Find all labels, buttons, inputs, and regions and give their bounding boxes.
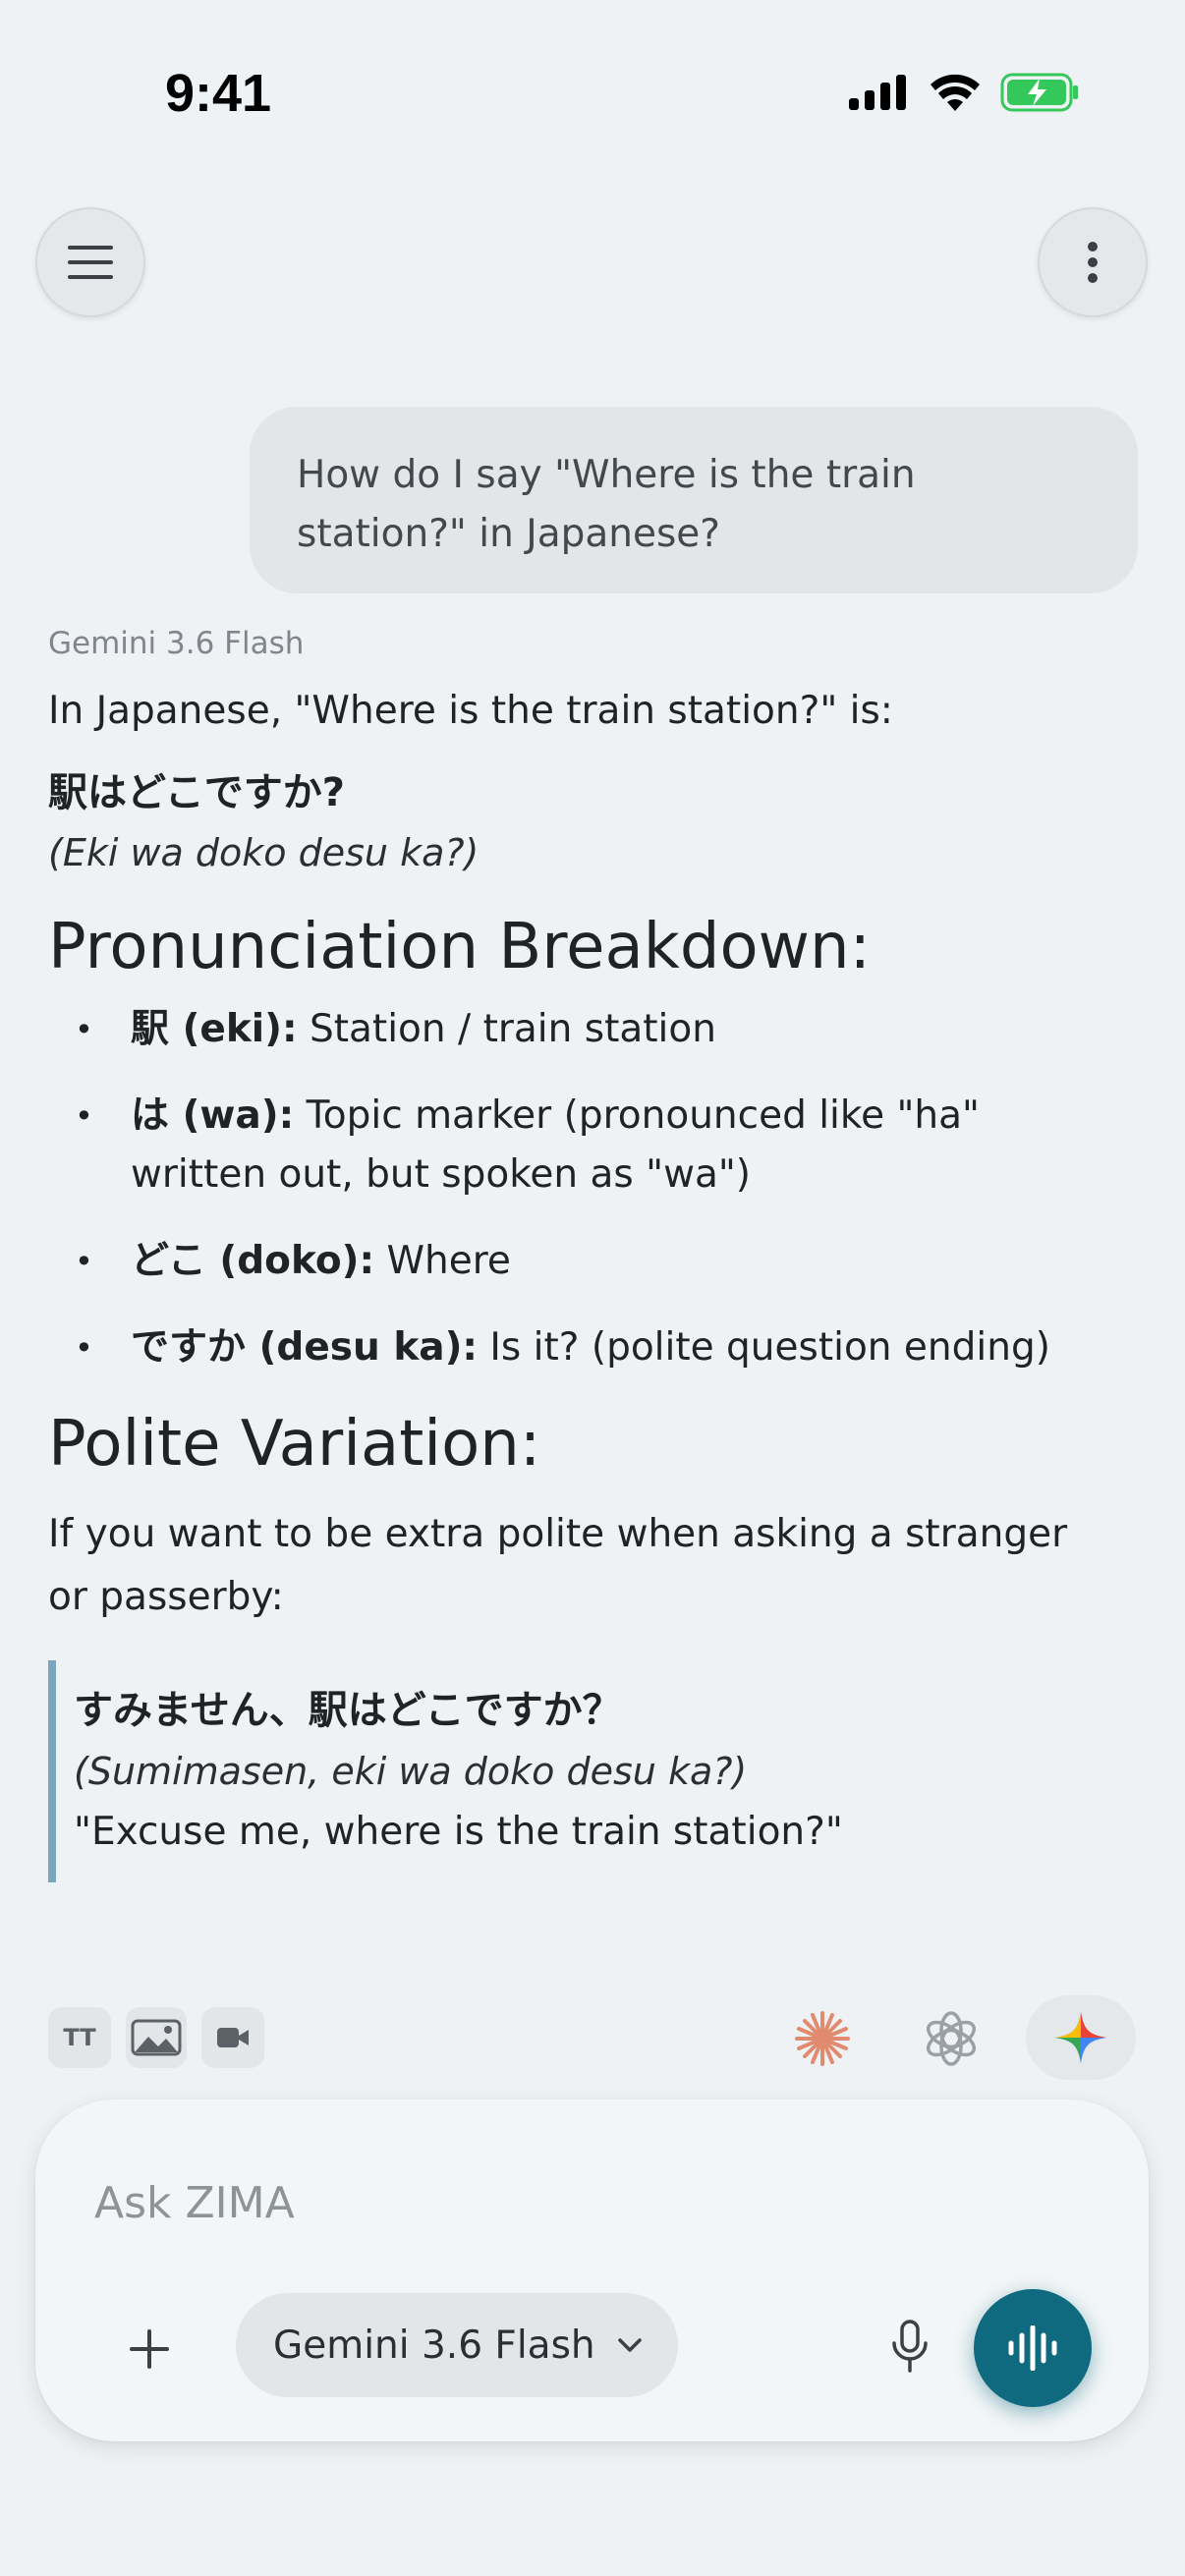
plus-icon — [130, 2329, 169, 2369]
openai-button[interactable] — [912, 1999, 990, 2078]
model-selector[interactable]: Gemini 3.6 Flash — [236, 2293, 678, 2397]
claude-button[interactable] — [783, 1999, 862, 2078]
status-icons — [849, 73, 1081, 112]
list-item: • ですか (desu ka): Is it? (polite question … — [75, 1325, 1050, 1370]
video-tool-button[interactable] — [201, 2007, 264, 2068]
hamburger-menu-icon — [68, 246, 113, 279]
image-tool-button[interactable] — [126, 2007, 187, 2068]
polite-intro: If you want to be extra polite when aski… — [48, 1512, 1068, 1619]
breakdown-meaning: Station / train station — [309, 1007, 716, 1051]
polite-quote-romaji: (Sumimasen, eki wa doko desu ka?) — [74, 1750, 748, 1793]
chevron-down-icon — [617, 2337, 643, 2353]
battery-charging-icon — [1000, 73, 1078, 112]
status-time: 9:41 — [165, 64, 272, 123]
list-item: • 駅 (eki): Station / train station — [75, 1007, 716, 1051]
response-model-name: Gemini 3.6 Flash — [48, 626, 305, 661]
image-icon — [131, 2019, 182, 2056]
breakdown-meaning: Is it? (polite question ending) — [489, 1325, 1050, 1370]
user-message-text: How do I say "Where is the train station… — [297, 453, 916, 556]
breakdown-term: 駅 (eki): — [131, 1007, 298, 1051]
response-intro: In Japanese, "Where is the train station… — [48, 689, 893, 733]
menu-button[interactable] — [35, 207, 145, 317]
openai-icon — [926, 2011, 977, 2066]
text-format-button[interactable]: TT — [48, 2007, 111, 2068]
phrase-romaji: (Eki wa doko desu ka?) — [48, 831, 480, 874]
video-icon — [217, 2028, 249, 2047]
status-bar: 9:41 — [0, 0, 1185, 147]
breakdown-meaning: Where — [386, 1239, 511, 1283]
breakdown-term: ですか (desu ka): — [131, 1325, 478, 1370]
phrase-japanese: 駅はどこですか? — [48, 770, 346, 815]
breakdown-term: は (wa): — [131, 1093, 295, 1138]
gemini-button[interactable] — [1026, 1995, 1136, 2080]
polite-heading: Polite Variation: — [48, 1408, 541, 1481]
microphone-button[interactable] — [871, 2308, 949, 2386]
sound-wave-icon — [1008, 2325, 1057, 2371]
list-item: • は (wa): Topic marker (pronounced like "… — [75, 1093, 980, 1197]
wifi-icon — [931, 74, 980, 111]
voice-mode-button[interactable] — [974, 2289, 1092, 2407]
polite-quote-english: "Excuse me, where is the train station?" — [74, 1810, 843, 1854]
add-attachment-button[interactable] — [114, 2314, 185, 2384]
gemini-icon — [1055, 2012, 1106, 2063]
assistant-response: Gemini 3.6 Flash In Japanese, "Where is … — [48, 619, 1109, 1882]
breakdown-term: どこ (doko): — [131, 1239, 375, 1283]
text-format-icon: TT — [63, 2024, 96, 2051]
breakdown-list: • 駅 (eki): Station / train station • は (wa… — [48, 1000, 1109, 1377]
cellular-signal-icon — [849, 75, 906, 110]
user-message-bubble: How do I say "Where is the train station… — [250, 407, 1138, 593]
model-selector-label: Gemini 3.6 Flash — [273, 2323, 595, 2368]
ask-input[interactable] — [94, 2168, 979, 2237]
claude-icon — [795, 2011, 850, 2066]
composer: Gemini 3.6 Flash — [35, 2100, 1149, 2441]
list-item: • どこ (doko): Where — [75, 1239, 511, 1283]
breakdown-heading: Pronunciation Breakdown: — [48, 911, 872, 983]
polite-quote-japanese: すみません、駅はどこですか？ — [74, 1688, 622, 1733]
more-options-button[interactable] — [1038, 207, 1148, 317]
vertical-dots-icon — [1088, 242, 1098, 283]
polite-quote-block: すみません、駅はどこですか？ (Sumimasen, eki wa doko d… — [48, 1660, 1109, 1882]
microphone-icon — [892, 2320, 928, 2373]
